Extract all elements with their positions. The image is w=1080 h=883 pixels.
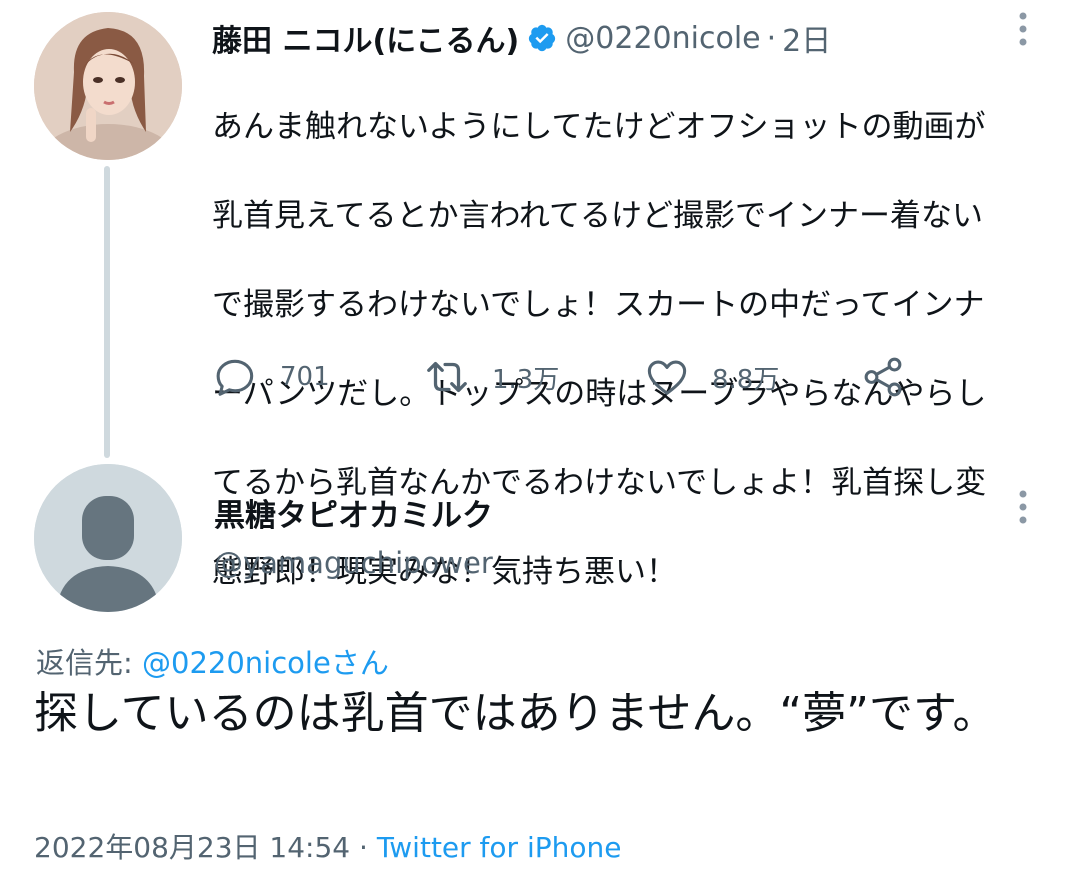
display-name[interactable]: 黒糖タピオカミルク: [214, 490, 493, 535]
like-button[interactable]: 8.8万: [644, 352, 779, 402]
tweet-text-line: あんま触れないようにしてたけどオフショットの動画が: [212, 108, 986, 145]
reply-icon: [216, 359, 254, 396]
source-link[interactable]: Twitter for iPhone: [377, 831, 622, 864]
thread-connector-line: [104, 166, 110, 458]
reply-count: 701: [280, 362, 330, 392]
replying-to-label: 返信先:: [36, 646, 142, 680]
tweet-text-line: 乳首見えてるとか言われてるけど撮影でインナー着ない: [212, 197, 983, 234]
reply-button[interactable]: 701: [212, 352, 330, 402]
retweet-button[interactable]: 1.3万: [424, 352, 559, 402]
retweet-icon: [427, 361, 467, 393]
more-options-icon[interactable]: [1011, 488, 1035, 528]
separator-dot: ·: [766, 20, 777, 56]
profile-photo: [34, 12, 182, 160]
tweet-text: 探しているのは乳首ではありません。“夢”です。: [34, 688, 997, 739]
default-avatar-icon: [34, 464, 182, 612]
avatar[interactable]: [34, 464, 182, 612]
user-handle[interactable]: @0220nicole: [565, 21, 760, 56]
avatar[interactable]: [34, 12, 182, 160]
more-options-icon[interactable]: [1011, 10, 1035, 50]
tweet-timestamp[interactable]: 2022年08月23日 14:54: [34, 831, 350, 864]
tweet-actions: 701 1.3万 8.8万: [212, 352, 932, 402]
display-name[interactable]: 藤田 ニコル(にこるん): [212, 16, 519, 60]
like-count: 8.8万: [712, 364, 780, 395]
user-handle[interactable]: @yamaguchipower: [214, 546, 493, 580]
tweet-text-line: で撮影するわけないでしょ！スカートの中だってインナ: [212, 286, 985, 323]
heart-icon: [647, 360, 687, 395]
replying-to: 返信先: @0220nicoleさん: [36, 640, 389, 682]
tweet-time[interactable]: 2日: [782, 16, 831, 60]
separator-dot: ·: [350, 831, 377, 864]
verified-badge-icon: [529, 24, 556, 52]
reply-mention-link[interactable]: @0220nicoleさん: [142, 646, 389, 680]
share-icon: [864, 357, 902, 397]
tweet-metadata: 2022年08月23日 14:54 · Twitter for iPhone: [34, 826, 621, 866]
tweet-header: 藤田 ニコル(にこるん) @0220nicole · 2日: [212, 14, 831, 62]
retweet-count: 1.3万: [492, 364, 560, 395]
share-button[interactable]: [860, 352, 906, 402]
